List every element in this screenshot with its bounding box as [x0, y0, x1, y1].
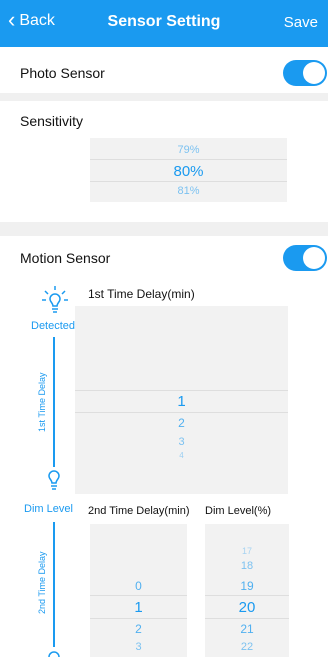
picker-divider [90, 181, 287, 182]
toggle-knob [303, 62, 325, 84]
save-button[interactable]: Save [284, 14, 318, 31]
picker-option[interactable]: 2 [90, 622, 187, 636]
sensitivity-label: Sensitivity [20, 113, 84, 129]
section-separator [0, 222, 328, 236]
picker-option[interactable]: 3 [75, 436, 288, 448]
picker-option[interactable]: 17 [205, 546, 289, 556]
second-delay-picker[interactable]: 0 1 2 3 [90, 524, 187, 657]
picker-divider [90, 595, 187, 596]
photo-sensor-toggle[interactable] [283, 60, 327, 86]
picker-option[interactable]: 79% [90, 144, 287, 156]
picker-divider [90, 618, 187, 619]
lightbulb-off-icon [48, 651, 60, 657]
picker-option-selected[interactable]: 1 [90, 599, 187, 616]
timeline-line [53, 522, 55, 647]
toggle-knob [303, 247, 325, 269]
lightbulb-dim-icon [48, 470, 60, 490]
detected-label: Detected [31, 320, 76, 332]
picker-option[interactable]: 81% [90, 185, 287, 197]
picker-option[interactable]: 4 [75, 451, 288, 460]
picker-divider [205, 595, 289, 596]
picker-divider [75, 412, 288, 413]
picker-option[interactable]: 0 [90, 579, 187, 593]
picker-option[interactable]: 22 [205, 641, 289, 653]
motion-sensor-label: Motion Sensor [20, 250, 111, 266]
picker-option[interactable]: 2 [75, 416, 288, 430]
section-separator [0, 93, 328, 101]
photo-sensor-label: Photo Sensor [20, 65, 105, 81]
second-delay-vertical-label: 2nd Time Delay [37, 551, 47, 614]
dim-level-picker[interactable]: 17 18 19 20 21 22 [205, 524, 289, 657]
first-delay-picker[interactable]: 1 2 3 4 [75, 306, 288, 494]
timeline-line [53, 337, 55, 467]
picker-option-selected[interactable]: 1 [75, 393, 288, 410]
picker-divider [90, 159, 287, 160]
motion-sensor-toggle[interactable] [283, 245, 327, 271]
picker-option[interactable]: 19 [205, 579, 289, 593]
picker-option-selected[interactable]: 80% [90, 163, 287, 180]
picker-option[interactable]: 18 [205, 560, 289, 572]
page-title: Sensor Setting [107, 13, 221, 30]
first-delay-vertical-label: 1st Time Delay [37, 372, 47, 432]
dim-level-label: Dim Level(%) [205, 505, 272, 517]
dim-level-timeline-label: Dim Level [24, 503, 73, 515]
first-delay-label: 1st Time Delay(min) [88, 287, 195, 301]
second-delay-label: 2nd Time Delay(min) [88, 505, 190, 517]
picker-option[interactable]: 21 [205, 622, 289, 636]
picker-option[interactable]: 3 [90, 641, 187, 653]
sensitivity-picker[interactable]: 79% 80% 81% [90, 138, 287, 202]
picker-divider [205, 618, 289, 619]
picker-divider [75, 390, 288, 391]
lightbulb-on-icon [42, 286, 68, 313]
nav-bar: ‹ Back Sensor Setting Save [0, 0, 328, 47]
picker-option-selected[interactable]: 20 [205, 599, 289, 616]
